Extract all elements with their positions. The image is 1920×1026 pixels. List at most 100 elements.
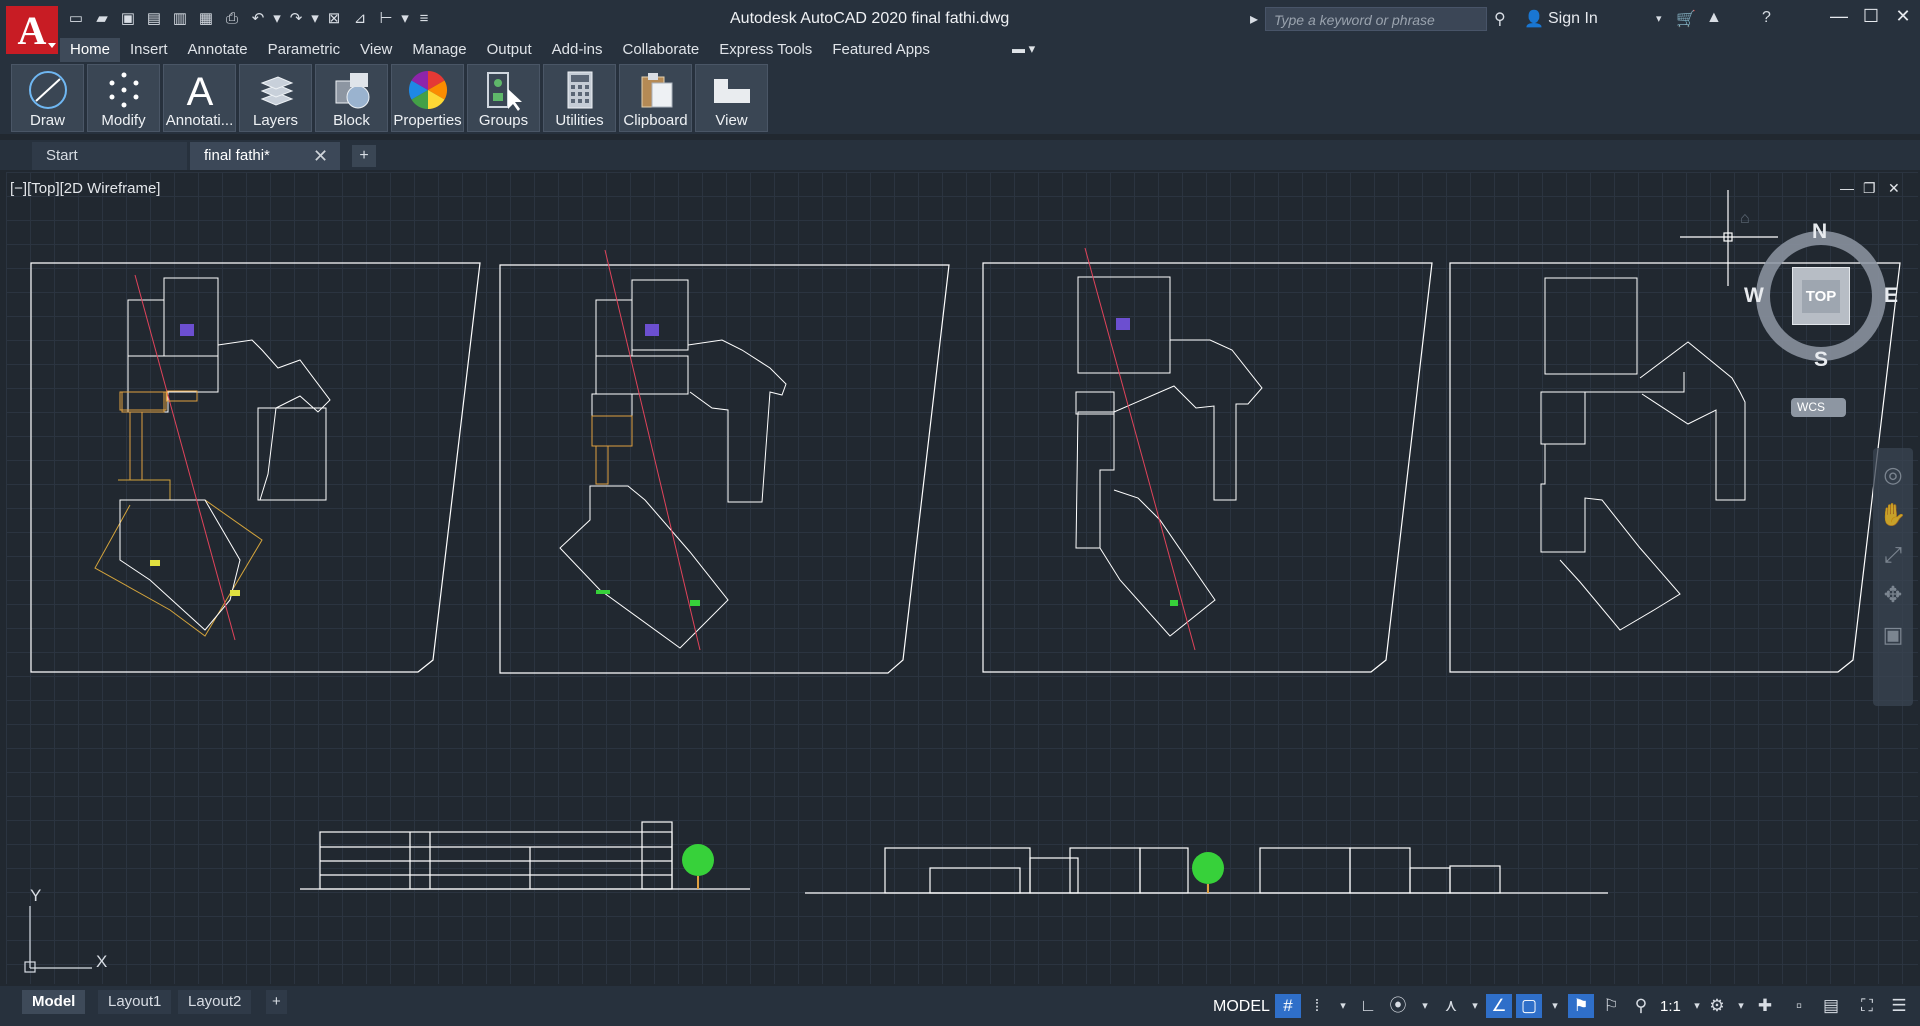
tab-manage[interactable]: Manage [402, 38, 476, 62]
annotation-scale-value[interactable]: 1:1 [1660, 998, 1681, 1015]
redo-icon[interactable]: ↷ [284, 9, 308, 29]
properties-icon [408, 70, 447, 110]
viewport-controls-label[interactable]: [−][Top][2D Wireframe] [10, 180, 160, 197]
snap-dropdown-icon[interactable]: ▾ [1330, 994, 1356, 1018]
properties-button[interactable]: Properties [391, 64, 464, 132]
utilities-button[interactable]: Utilities [543, 64, 616, 132]
polar-tracking-icon[interactable]: ⦿ [1385, 994, 1411, 1018]
close-window-button[interactable]: ✕ [1888, 6, 1918, 27]
layout-tab-model[interactable]: Model [22, 990, 86, 1014]
ortho-icon[interactable]: ∟ [1355, 994, 1381, 1018]
save-to-web-icon[interactable]: ▦ [194, 9, 218, 29]
isodraft-dropdown-icon[interactable]: ▾ [1462, 994, 1488, 1018]
home-view-icon[interactable]: ⌂ [1740, 210, 1750, 228]
object-snap-tracking-icon[interactable]: ∠ [1486, 994, 1512, 1018]
showmotion-icon[interactable]: ▣ [1873, 622, 1913, 648]
model-space-toggle[interactable]: MODEL [1213, 998, 1270, 1016]
drawing-viewport[interactable] [6, 172, 1918, 984]
add-layout-button[interactable]: + [266, 990, 287, 1014]
annotation-visibility-icon[interactable]: ⚑ [1568, 994, 1594, 1018]
auto-scale-icon[interactable]: ⚐ [1598, 994, 1624, 1018]
compass-south[interactable]: S [1814, 348, 1828, 372]
minimize-window-button[interactable]: — [1824, 6, 1854, 27]
tab-collaborate[interactable]: Collaborate [612, 38, 709, 62]
annotation-monitor-icon[interactable]: ✚ [1752, 994, 1778, 1018]
maximize-window-button[interactable]: ☐ [1856, 6, 1886, 27]
snap-icon[interactable]: ⁞ [1304, 994, 1330, 1018]
viewcube[interactable]: TOP N S E W [1744, 218, 1902, 371]
dimension-icon[interactable]: ⊢ [374, 9, 398, 29]
pan-icon[interactable]: ✋ [1873, 502, 1913, 528]
tab-home[interactable]: Home [60, 38, 121, 62]
application-menu-button[interactable]: A [6, 6, 58, 54]
viewport-restore-icon[interactable]: ❐ [1863, 180, 1876, 197]
autodesk-app-store-icon[interactable]: 🛒 [1676, 9, 1696, 29]
tab-add-ins[interactable]: Add-ins [542, 38, 613, 62]
layout-tab-layout2[interactable]: Layout2 [178, 990, 252, 1014]
workspace-gear-icon[interactable]: ⚙ [1704, 994, 1730, 1018]
orbit-icon[interactable]: ✥ [1873, 582, 1913, 608]
workspace-dropdown-icon[interactable]: ▾ [1728, 994, 1754, 1018]
tab-featured-apps[interactable]: Featured Apps [822, 38, 940, 62]
isodraft-icon[interactable]: ⋏ [1438, 994, 1464, 1018]
compass-east[interactable]: E [1884, 284, 1898, 308]
open-file-icon[interactable]: ▰ [90, 9, 114, 29]
search-input[interactable]: Type a keyword or phrase [1265, 7, 1487, 31]
expand-search-icon[interactable]: ▸ [1250, 9, 1258, 29]
binoculars-icon[interactable]: ⚲ [1494, 9, 1506, 29]
open-from-web-icon[interactable]: ▥ [168, 9, 192, 29]
modify-button[interactable]: Modify [87, 64, 160, 132]
redo-dropdown-icon[interactable]: ▾ [310, 9, 320, 29]
quick-properties-icon[interactable]: ▤ [1818, 994, 1844, 1018]
file-tab-start[interactable]: Start [32, 142, 187, 170]
object-snap-icon[interactable]: ▢ [1516, 994, 1542, 1018]
tab-insert[interactable]: Insert [120, 38, 178, 62]
wcs-menu[interactable]: WCS [1791, 398, 1846, 417]
tab-output[interactable]: Output [477, 38, 542, 62]
tab-annotate[interactable]: Annotate [178, 38, 258, 62]
sign-in-dropdown-icon[interactable]: ▾ [1656, 12, 1662, 25]
autodesk-a360-icon[interactable]: ▲ [1706, 9, 1722, 27]
layout-tab-layout1[interactable]: Layout1 [98, 990, 172, 1014]
dimension-dropdown-icon[interactable]: ▾ [400, 9, 410, 29]
polar-dropdown-icon[interactable]: ▾ [1412, 994, 1438, 1018]
svg-text:A: A [186, 70, 213, 111]
clipboard-button[interactable]: Clipboard [619, 64, 692, 132]
new-tab-button[interactable]: + [352, 145, 376, 167]
viewcube-top-face[interactable]: TOP [1792, 267, 1850, 325]
block-button[interactable]: Block [315, 64, 388, 132]
tab-view[interactable]: View [350, 38, 402, 62]
undo-dropdown-icon[interactable]: ▾ [272, 9, 282, 29]
close-tab-icon[interactable]: ✕ [313, 142, 328, 170]
save-as-icon[interactable]: ▤ [142, 9, 166, 29]
viewport-close-icon[interactable]: ✕ [1888, 180, 1900, 197]
steering-wheel-icon[interactable]: ◎ [1873, 462, 1913, 488]
undo-icon[interactable]: ↶ [246, 9, 270, 29]
new-file-icon[interactable]: ▭ [64, 9, 88, 29]
customization-menu-icon[interactable]: ☰ [1886, 994, 1912, 1018]
customize-toolbar-icon[interactable]: ≡ [412, 9, 436, 29]
compass-north[interactable]: N [1812, 220, 1827, 244]
view-button[interactable]: View [695, 64, 768, 132]
ribbon-display-options-icon[interactable]: ▬ ▾ [1012, 41, 1035, 57]
help-icon[interactable]: ? [1762, 9, 1771, 27]
clean-screen-icon[interactable]: ⛶ [1854, 994, 1880, 1018]
zoom-extents-icon[interactable]: ⤢ [1873, 542, 1913, 568]
sign-in-button[interactable]: Sign In [1548, 10, 1598, 28]
draw-button[interactable]: Draw [11, 64, 84, 132]
match-properties-icon[interactable]: ⊠ [322, 9, 346, 29]
grid-icon[interactable]: # [1275, 994, 1301, 1018]
object-snap-dropdown-icon[interactable]: ▾ [1542, 994, 1568, 1018]
compass-west[interactable]: W [1744, 284, 1764, 308]
groups-button[interactable]: Groups [467, 64, 540, 132]
plot-icon[interactable]: ⎙ [220, 9, 244, 29]
units-icon[interactable]: ▫ [1786, 994, 1812, 1018]
viewport-minimize-icon[interactable]: — [1840, 180, 1854, 196]
annotation-scale-icon[interactable]: ⚲ [1628, 994, 1654, 1018]
tab-express-tools[interactable]: Express Tools [709, 38, 822, 62]
measure-icon[interactable]: ⊿ [348, 9, 372, 29]
tab-parametric[interactable]: Parametric [258, 38, 351, 62]
layers-button[interactable]: Layers [239, 64, 312, 132]
save-icon[interactable]: ▣ [116, 9, 140, 29]
annotation-button[interactable]: A Annotati... [163, 64, 236, 132]
